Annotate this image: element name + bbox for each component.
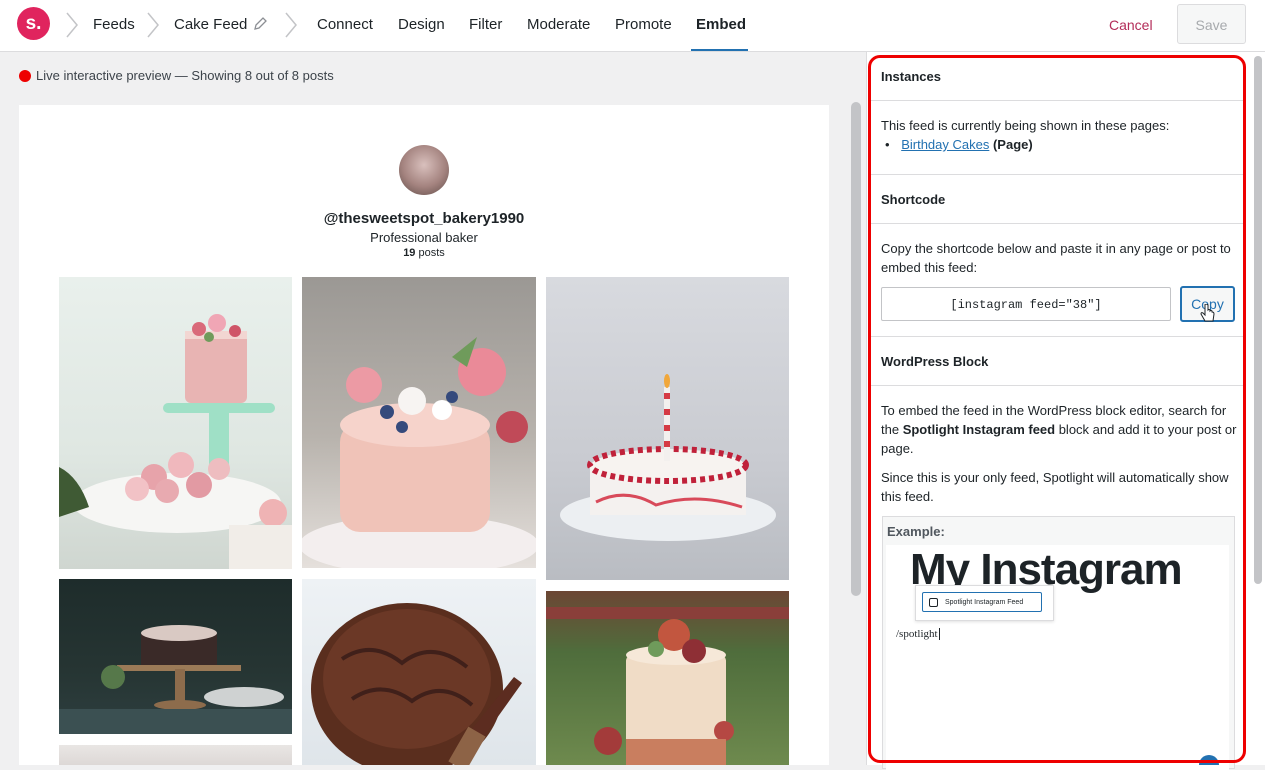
profile-username[interactable]: @thesweetspot_bakery1990	[19, 210, 829, 227]
breadcrumb-feeds[interactable]: Feeds	[93, 16, 135, 33]
divider	[871, 174, 1243, 175]
bullet-icon: •	[885, 137, 890, 152]
tab-filter[interactable]: Filter	[469, 16, 502, 33]
page-type-label: (Page)	[992, 137, 1033, 152]
posts-count-label: posts	[418, 247, 445, 259]
preview-status: Live interactive preview — Showing 8 out…	[19, 68, 334, 83]
cake-photo	[59, 625, 292, 734]
shortcode-heading: Shortcode	[881, 192, 946, 207]
example-block-popup: Spotlight Instagram Feed	[915, 585, 1054, 621]
cancel-button[interactable]: Cancel	[1109, 17, 1153, 33]
cake-photo	[311, 603, 522, 765]
instagram-icon	[929, 598, 938, 607]
example-block-item-label: Spotlight Instagram Feed	[945, 599, 1024, 606]
instances-text: This feed is currently being shown in th…	[881, 118, 1170, 133]
example-canvas: My Instagram Spotlight Instagram Feed /s…	[886, 545, 1229, 770]
chevron-right-icon	[285, 12, 297, 38]
example-slash-command: /spotlight	[896, 628, 940, 640]
feed-post[interactable]	[302, 277, 536, 568]
block-text-bold: Spotlight Instagram feed	[902, 422, 1056, 437]
divider	[871, 385, 1243, 386]
cake-photo	[560, 374, 776, 541]
feed-post[interactable]	[59, 745, 292, 765]
preview-scrollbar[interactable]	[851, 102, 861, 596]
example-box: Example: My Instagram Spotlight Instagra…	[882, 516, 1235, 770]
shortcode-field[interactable]: [instagram feed="38"]	[881, 287, 1171, 321]
posts-count-number: 19	[403, 247, 416, 259]
avatar[interactable]	[399, 145, 449, 195]
instances-heading: Instances	[881, 69, 941, 84]
spotlight-logo[interactable]: s.	[17, 7, 50, 40]
page-link-birthday-cakes[interactable]: Birthday Cakes	[901, 137, 989, 152]
divider	[871, 336, 1243, 337]
tab-connect[interactable]: Connect	[317, 16, 373, 33]
feed-post[interactable]	[546, 277, 789, 580]
cake-photo	[59, 314, 292, 569]
feed-post[interactable]	[59, 579, 292, 734]
tab-moderate[interactable]: Moderate	[527, 16, 590, 33]
panel-scrollbar[interactable]	[1254, 56, 1262, 584]
feed-post[interactable]	[302, 579, 536, 765]
pencil-icon[interactable]	[253, 16, 268, 31]
hand-cursor-icon	[1200, 304, 1215, 322]
preview-status-text: Live interactive preview — Showing 8 out…	[36, 68, 334, 83]
divider	[871, 100, 1243, 101]
breadcrumb-feed-name[interactable]: Cake Feed	[174, 16, 247, 33]
feed-post[interactable]	[59, 277, 292, 569]
example-slash-text: /spotlight	[896, 628, 938, 640]
feed-post[interactable]	[546, 591, 789, 765]
block-auto-text: Since this is your only feed, Spotlight …	[881, 470, 1229, 504]
profile-posts-count: 19 posts	[19, 247, 829, 259]
tab-promote[interactable]: Promote	[615, 16, 672, 33]
divider	[871, 223, 1243, 224]
tab-design[interactable]: Design	[398, 16, 445, 33]
live-dot-icon	[19, 69, 31, 82]
text-caret	[938, 628, 940, 640]
save-button[interactable]: Save	[1177, 4, 1246, 44]
shortcode-text: Copy the shortcode below and paste it in…	[881, 241, 1231, 275]
instances-list: • Birthday Cakes (Page)	[885, 135, 1250, 154]
chevron-right-icon	[66, 12, 78, 38]
embed-panel: Instances This feed is currently being s…	[866, 52, 1265, 770]
example-label: Example:	[887, 524, 945, 539]
active-tab-indicator	[691, 49, 748, 51]
block-instructions: To embed the feed in the WordPress block…	[881, 401, 1246, 458]
cake-photo	[302, 337, 536, 568]
chevron-right-icon	[147, 12, 159, 38]
example-block-item: Spotlight Instagram Feed	[922, 592, 1042, 612]
profile-bio: Professional baker	[370, 230, 478, 245]
block-heading: WordPress Block	[881, 354, 989, 369]
feed-preview: @thesweetspot_bakery1990 Professional ba…	[19, 105, 829, 765]
tab-embed[interactable]: Embed	[696, 16, 746, 33]
cake-photo	[546, 607, 789, 765]
top-bar: s. Feeds Cake Feed Connect Design Filter…	[0, 0, 1265, 52]
